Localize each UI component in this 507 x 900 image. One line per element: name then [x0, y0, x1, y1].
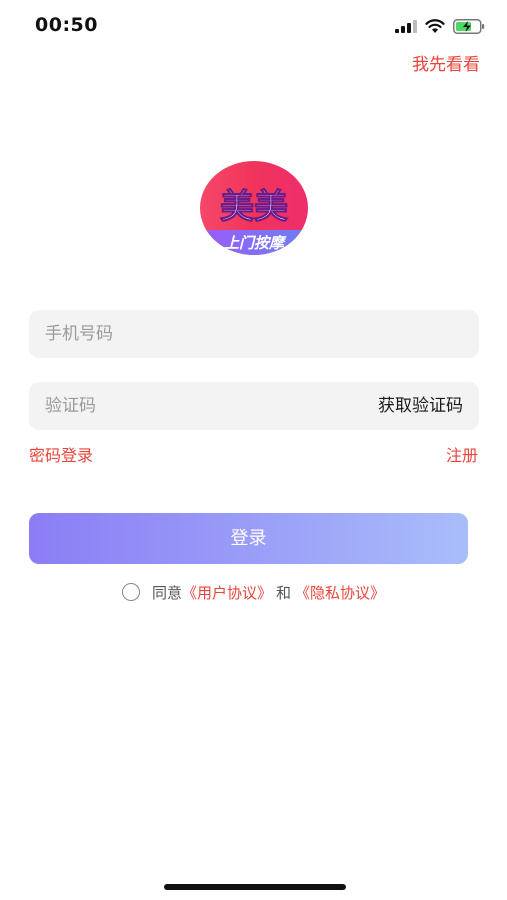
login-button[interactable]: 登录	[29, 513, 468, 564]
status-icons	[395, 16, 485, 36]
browse-first-link[interactable]: 我先看看	[412, 50, 480, 75]
code-field[interactable]: 获取验证码	[29, 382, 479, 430]
home-indicator	[164, 884, 346, 890]
logo-subtitle: 上门按摩	[224, 234, 287, 252]
status-time: 00:50	[35, 14, 98, 36]
cellular-signal-icon	[395, 20, 417, 33]
verification-code-input[interactable]	[45, 382, 295, 430]
and-text: 和	[276, 583, 292, 602]
wifi-icon	[425, 18, 445, 33]
status-bar: 00:50	[0, 0, 507, 50]
agree-text: 同意	[151, 583, 182, 602]
logo-title: 美美	[220, 187, 288, 227]
phone-input[interactable]	[45, 310, 345, 358]
agreement-row: 同意 《用户协议》 和 《隐私协议》	[0, 578, 507, 606]
app-logo: 美美 上门按摩	[200, 161, 308, 255]
get-code-button[interactable]: 获取验证码	[378, 382, 463, 430]
register-link[interactable]: 注册	[446, 442, 478, 466]
agree-checkbox[interactable]	[121, 583, 140, 601]
user-agreement-link[interactable]: 《用户协议》	[182, 582, 272, 603]
phone-field[interactable]	[29, 310, 479, 358]
battery-charging-icon	[453, 18, 485, 34]
password-login-link[interactable]: 密码登录	[29, 442, 93, 466]
privacy-policy-link[interactable]: 《隐私协议》	[295, 582, 385, 603]
